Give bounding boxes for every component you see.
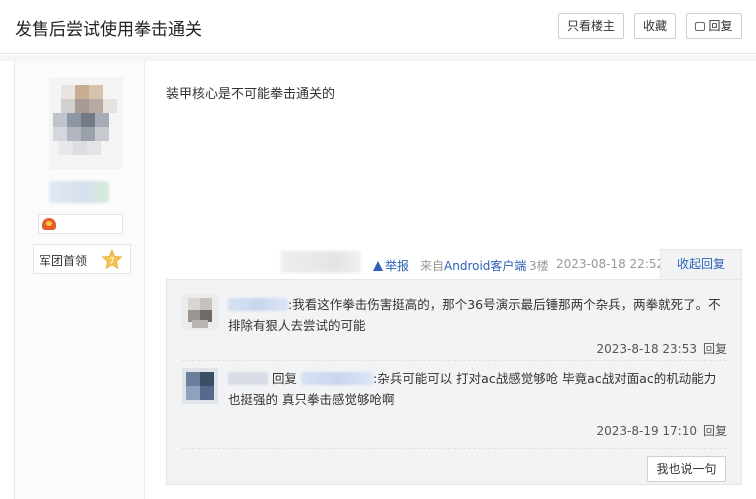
comment-text-block: :我看这作拳击伤害挺高的，那个36号演示最后锤那两个杂兵，两拳就死了。不排除有狠… [228, 294, 728, 336]
reply-button-label: 回复 [708, 19, 733, 33]
author-name-blurred[interactable] [49, 181, 109, 203]
comment-time-row: 2023-8-19 17:10 回复 [596, 422, 727, 439]
post-floor-3: 军团首领 7 装甲核心是不可能拳击通关的 举报 来自Android客户端 3楼 … [14, 61, 756, 499]
post-source: 来自Android客户端 [420, 257, 526, 274]
reply-button[interactable]: 回复 [686, 13, 742, 39]
comment-divider [182, 448, 727, 449]
post-time: 2023-08-18 22:52 [556, 257, 665, 271]
comment-time-row: 2023-8-18 23:53 回复 [596, 340, 727, 357]
comment-divider [182, 360, 727, 361]
client-link[interactable]: Android客户端 [444, 259, 526, 273]
report-label: 举报 [385, 259, 410, 273]
comment-reply-link[interactable]: 回复 [703, 342, 727, 356]
author-panel: 军团首领 7 [15, 61, 145, 499]
post-meta: 举报 来自Android客户端 3楼 2023-08-18 22:52 收起回复 [15, 249, 756, 279]
comment-text: :我看这作拳击伤害挺高的，那个36号演示最后锤那两个杂兵，两拳就死了。不排除有狠… [228, 297, 721, 333]
commenter-name-blurred[interactable] [228, 372, 268, 385]
reply-word: 回复 [271, 371, 297, 386]
report-link[interactable]: 举报 [373, 257, 409, 274]
thread-header: 发售后尝试使用拳击通关 只看楼主 收藏 回复 [0, 0, 756, 54]
fan-badge [38, 214, 123, 234]
from-prefix: 来自 [420, 259, 445, 273]
list-item: 回复 :杂兵可能可以 打对ac战感觉够呛 毕竟ac战对面ac的机动能力也挺强的 … [182, 368, 727, 438]
author-avatar[interactable] [49, 77, 123, 169]
warning-icon [373, 261, 383, 271]
list-item: :我看这作拳击伤害挺高的，那个36号演示最后锤那两个杂兵，两拳就死了。不排除有狠… [182, 294, 728, 357]
say-something-button[interactable]: 我也说一句 [647, 456, 726, 482]
favorite-button[interactable]: 收藏 [634, 13, 676, 39]
meta-blurred-tail [281, 251, 361, 273]
commenter-avatar[interactable] [182, 368, 218, 404]
commenter-name-blurred[interactable] [228, 298, 288, 311]
reply-icon [695, 22, 706, 31]
commenter-avatar[interactable] [182, 294, 218, 330]
comment-reply-link[interactable]: 回复 [703, 424, 727, 438]
comment-text-block: 回复 :杂兵可能可以 打对ac战感觉够呛 毕竟ac战对面ac的机动能力也挺强的 … [228, 368, 728, 410]
reply-target-blurred[interactable] [300, 372, 373, 385]
collapse-replies-button[interactable]: 收起回复 [660, 249, 742, 279]
comment-time: 2023-8-19 17:10 [596, 424, 697, 438]
post-content: 装甲核心是不可能拳击通关的 [166, 87, 336, 102]
only-lz-button[interactable]: 只看楼主 [558, 13, 624, 39]
floor-number: 3楼 [529, 259, 549, 273]
reply-list: :我看这作拳击伤害挺高的，那个36号演示最后锤那两个杂兵，两拳就死了。不排除有狠… [166, 279, 742, 485]
thread-title: 发售后尝试使用拳击通关 [15, 20, 202, 40]
fan-badge-icon [42, 218, 56, 230]
comment-time: 2023-8-18 23:53 [596, 342, 697, 356]
